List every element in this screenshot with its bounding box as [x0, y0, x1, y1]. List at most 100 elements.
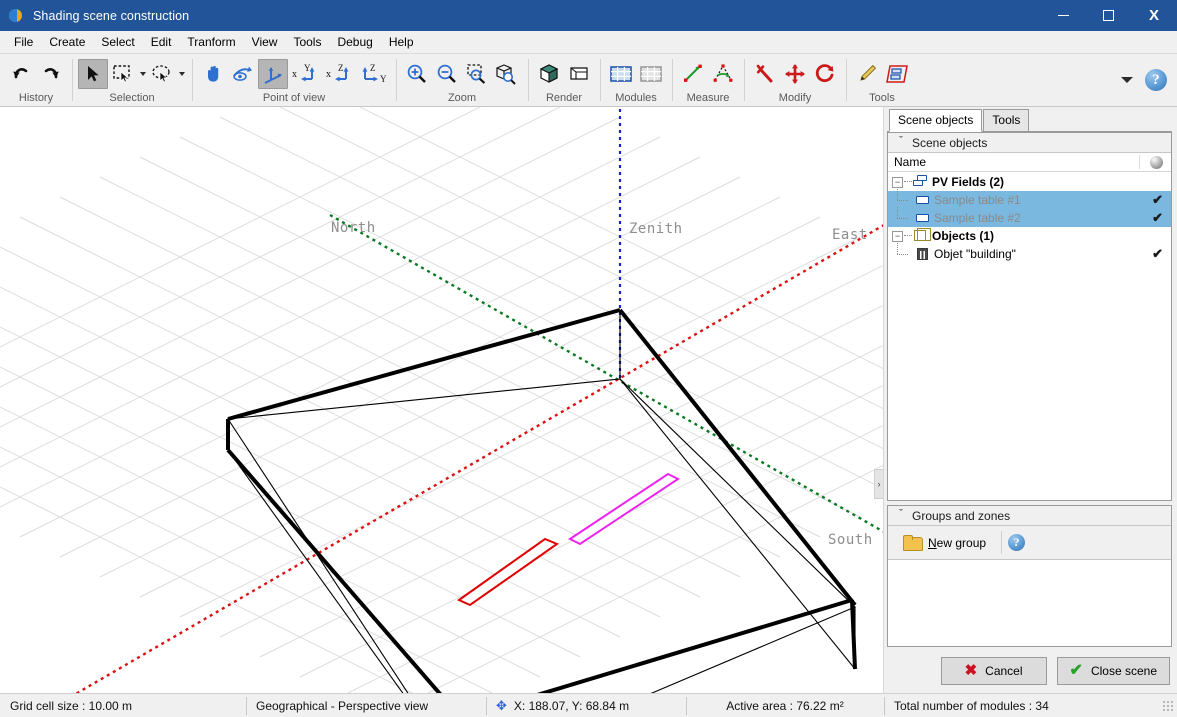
tree-indent [892, 207, 914, 227]
ribbon-group-modules: Modules [600, 54, 672, 106]
select-lasso-dropdown[interactable] [177, 66, 186, 82]
help-button[interactable]: ? [1145, 69, 1167, 91]
ribbon-label-zoom: Zoom [447, 92, 477, 104]
scene-3d-canvas [0, 107, 883, 693]
zoom-out-icon [437, 64, 456, 83]
tab-scene-objects[interactable]: Scene objects [889, 109, 983, 132]
modify-rotate-button[interactable] [810, 59, 840, 89]
menu-select[interactable]: Select [93, 32, 142, 53]
groups-and-zones-header[interactable]: ˇ Groups and zones [888, 506, 1171, 526]
render-shaded-button[interactable] [534, 59, 564, 89]
menu-view[interactable]: View [244, 32, 286, 53]
lasso-select-icon [152, 65, 170, 83]
measure-distance-button[interactable] [678, 59, 708, 89]
modules-hide-button[interactable] [636, 59, 666, 89]
expander-minus-icon[interactable]: − [892, 176, 903, 188]
menu-help[interactable]: Help [381, 32, 422, 53]
select-lasso-button[interactable] [147, 59, 177, 89]
pan-button[interactable] [198, 59, 228, 89]
tree-row-sample-table-2[interactable]: Sample table #2 ✔ [888, 207, 1171, 227]
menu-tools[interactable]: Tools [285, 32, 329, 53]
undo-button[interactable] [6, 59, 36, 89]
view-xy-button[interactable]: x Y [288, 59, 322, 89]
zoom-in-button[interactable] [402, 59, 432, 89]
ribbon-group-point-of-view: x Y x Z Z Y Point of view [192, 54, 396, 106]
tree-row-objet-building[interactable]: Objet "building" ✔ [888, 243, 1171, 263]
window-controls: X [1041, 0, 1177, 31]
ribbon-group-render: Render [528, 54, 600, 106]
menu-edit[interactable]: Edit [143, 32, 180, 53]
select-rectangle-dropdown[interactable] [138, 66, 147, 82]
tree-row-objects[interactable]: − Objects (1) [888, 227, 1171, 245]
ribbon-group-history: History [0, 54, 72, 106]
zoom-out-button[interactable] [432, 59, 462, 89]
tree-row-pv-fields[interactable]: − PV Fields (2) [888, 173, 1171, 191]
zoom-fit-button[interactable] [492, 59, 522, 89]
objects-icon [913, 228, 931, 243]
cursor-arrow-icon [88, 66, 99, 82]
zoom-window-button[interactable] [462, 59, 492, 89]
tools-draw-button[interactable] [852, 59, 882, 89]
groups-list-area[interactable] [888, 560, 1171, 646]
modify-move-button[interactable] [780, 59, 810, 89]
tree-label-sample-table-2: Sample table #2 [934, 211, 1021, 225]
axis-view-button[interactable] [258, 59, 288, 89]
ribbon-group-measure: Measure [672, 54, 744, 106]
shading-sphere-icon[interactable] [1150, 156, 1163, 169]
minimize-button[interactable] [1041, 0, 1086, 31]
cancel-button[interactable]: ✖ Cancel [940, 657, 1047, 685]
menu-tranform[interactable]: Tranform [179, 32, 243, 53]
view-xz-button[interactable]: x Z [322, 59, 356, 89]
collapse-chevron-icon[interactable]: ˇ [894, 509, 908, 520]
new-group-label: ew group [936, 535, 987, 550]
tree-column-header[interactable]: Name [888, 153, 1171, 172]
groups-help-button[interactable]: ? [1008, 534, 1026, 551]
dialog-button-row: ✖ Cancel ✔ Close scene [887, 647, 1172, 693]
pv-table-icon [915, 211, 930, 225]
tools-shapes-button[interactable] [882, 59, 912, 89]
orbit-button[interactable] [228, 59, 258, 89]
close-button[interactable]: X [1131, 0, 1177, 31]
pencil-icon [860, 64, 877, 81]
expander-minus-icon[interactable]: − [892, 230, 903, 242]
ribbon-label-tools: Tools [869, 92, 895, 104]
svg-text:x: x [292, 69, 297, 80]
view-zy-button[interactable]: Z Y [356, 59, 390, 89]
menu-bar: File Create Select Edit Tranform View To… [0, 31, 1177, 53]
right-panel: Scene objects Tools ˇ Scene objects Name [884, 107, 1177, 693]
select-rectangle-button[interactable] [108, 59, 138, 89]
modules-show-button[interactable] [606, 59, 636, 89]
menu-debug[interactable]: Debug [329, 32, 380, 53]
menu-file[interactable]: File [6, 32, 41, 53]
app-logo-icon [9, 8, 25, 24]
scene-3d-viewport[interactable]: North Zenith East South West › [0, 107, 884, 693]
redo-button[interactable] [36, 59, 66, 89]
maximize-button[interactable] [1086, 0, 1131, 31]
rotate-icon [815, 64, 834, 82]
tree-row-sample-table-1[interactable]: Sample table #1 ✔ [888, 189, 1171, 209]
visibility-check-icon[interactable]: ✔ [1152, 246, 1163, 262]
close-scene-button[interactable]: ✔ Close scene [1056, 657, 1170, 685]
modules-grid-grey-icon [640, 66, 662, 82]
status-coordinates: ✥ X: 188.07, Y: 68.84 m [486, 694, 686, 717]
viewport-label-zenith: Zenith [629, 221, 683, 237]
measure-angle-button[interactable] [708, 59, 738, 89]
tree-label-objects: Objects (1) [932, 229, 995, 243]
visibility-check-icon[interactable]: ✔ [1152, 210, 1163, 226]
svg-text:Z: Z [370, 63, 376, 73]
scene-objects-header[interactable]: ˇ Scene objects [888, 133, 1171, 153]
zoom-extents-icon [496, 64, 516, 85]
status-module-count: Total number of modules : 34 [884, 694, 1162, 717]
move-arrows-icon [785, 64, 805, 84]
modify-properties-button[interactable] [750, 59, 780, 89]
render-wireframe-button[interactable] [564, 59, 594, 89]
panel-collapse-handle[interactable]: › [874, 469, 883, 499]
new-group-button[interactable]: New group [894, 530, 995, 555]
collapse-chevron-icon[interactable]: ˇ [894, 136, 908, 147]
resize-grip[interactable] [1162, 699, 1174, 712]
tab-tools[interactable]: Tools [983, 109, 1030, 132]
select-pointer-button[interactable] [78, 59, 108, 89]
visibility-check-icon[interactable]: ✔ [1152, 192, 1163, 208]
toolbar-overflow-caret[interactable] [1121, 77, 1133, 83]
menu-create[interactable]: Create [41, 32, 93, 53]
